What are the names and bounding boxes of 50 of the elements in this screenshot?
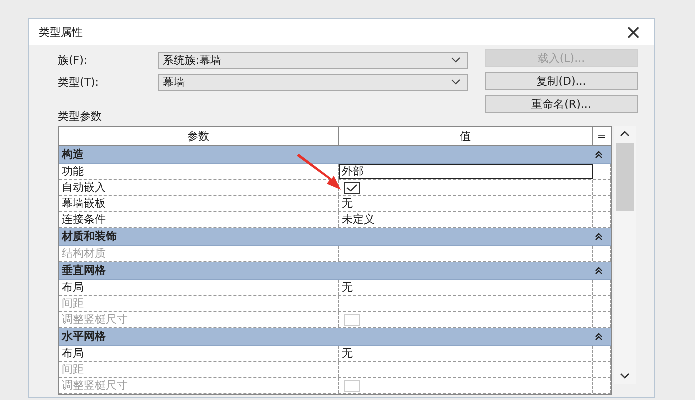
dialog-button[interactable]: 重命名(R)... xyxy=(485,95,638,113)
dialog-button[interactable]: 复制(D)... xyxy=(485,72,638,90)
parameter-value: 无 xyxy=(342,346,353,361)
parameter-value: 外部 xyxy=(342,164,364,179)
value-cell[interactable]: 无 xyxy=(339,196,593,211)
value-cell[interactable]: 未定义 xyxy=(339,212,593,227)
parameter-value: 未定义 xyxy=(342,212,375,227)
section-label: 类型参数 xyxy=(58,109,103,124)
parameter-name: 幕墙嵌板 xyxy=(59,196,339,211)
value-cell[interactable]: 外部 xyxy=(339,164,593,179)
chevron-down-icon xyxy=(451,79,461,85)
parameter-name: 布局 xyxy=(59,280,339,295)
parameter-value: 无 xyxy=(342,280,353,295)
parameter-name: 调整竖梃尺寸 xyxy=(59,378,339,393)
parameter-name: 调整竖梃尺寸 xyxy=(59,312,339,327)
parameter-value: 无 xyxy=(342,196,353,211)
parameter-name: 布局 xyxy=(59,346,339,361)
value-cell[interactable]: 无 xyxy=(339,346,593,361)
column-header[interactable]: 值 xyxy=(339,127,593,145)
parameter-name: 结构材质 xyxy=(59,246,339,261)
scroll-up-icon[interactable] xyxy=(620,131,630,137)
group-title: 构造 xyxy=(62,147,84,162)
parameter-name: 连接条件 xyxy=(59,212,339,227)
chevron-down-icon xyxy=(451,57,461,63)
checkbox[interactable] xyxy=(344,182,360,194)
scroll-thumb[interactable] xyxy=(616,143,634,211)
parameter-name: 间距 xyxy=(59,362,339,377)
scrollbar[interactable] xyxy=(614,126,636,384)
column-header[interactable]: = xyxy=(593,127,611,145)
type-label: 类型(T): xyxy=(58,74,100,90)
family-label: 族(F): xyxy=(58,52,89,68)
group-header[interactable]: 材质和装饰 xyxy=(59,228,611,246)
group-header[interactable]: 构造 xyxy=(59,146,611,164)
collapse-icon[interactable] xyxy=(595,266,603,274)
scroll-down-icon[interactable] xyxy=(620,373,630,379)
collapse-icon[interactable] xyxy=(595,150,603,158)
group-title: 垂直网格 xyxy=(62,263,106,278)
column-header[interactable]: 参数 xyxy=(59,127,339,145)
collapse-icon[interactable] xyxy=(595,232,603,240)
group-header[interactable]: 水平网格 xyxy=(59,328,611,346)
window-title: 类型属性 xyxy=(39,24,83,40)
family-dropdown[interactable]: 系统族:幕墙 xyxy=(158,52,468,68)
type-dropdown[interactable]: 幕墙 xyxy=(158,74,468,90)
group-header[interactable]: 垂直网格 xyxy=(59,262,611,280)
close-button[interactable]: × xyxy=(621,22,646,42)
collapse-icon[interactable] xyxy=(595,332,603,340)
value-cell[interactable]: 无 xyxy=(339,280,593,295)
group-title: 材质和装饰 xyxy=(62,229,117,244)
parameter-name: 间距 xyxy=(59,296,339,311)
group-title: 水平网格 xyxy=(62,329,106,344)
